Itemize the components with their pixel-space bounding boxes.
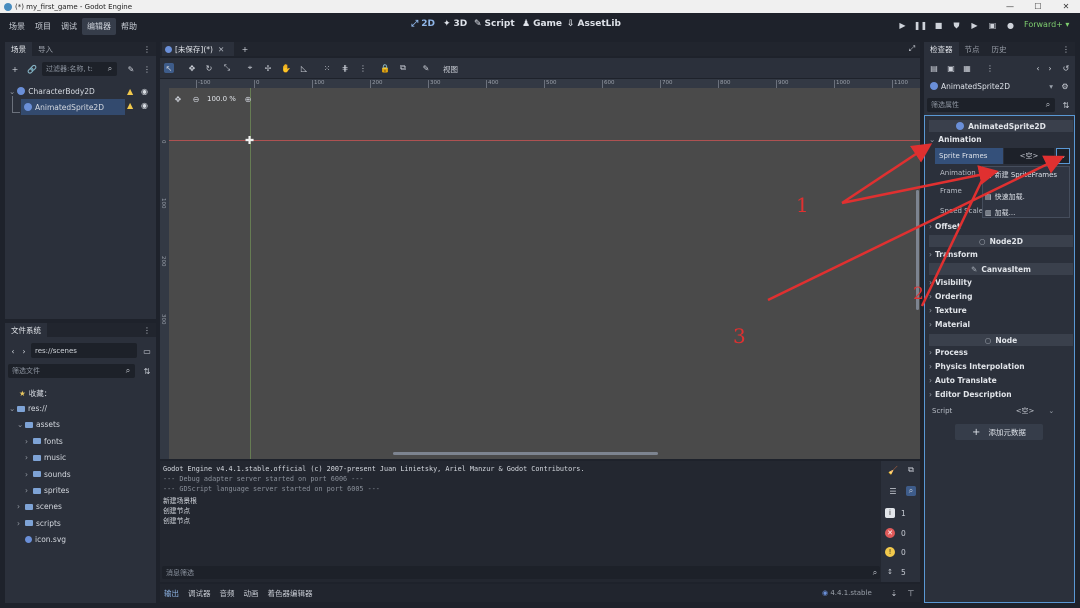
arrow-to-dropdown-button <box>767 155 1065 302</box>
godot-window: (*) my_first_game - Godot Engine — ☐ ✕ 场… <box>0 0 1080 608</box>
annotation-label-2: 2 <box>913 284 924 304</box>
annotation-arrows <box>767 143 1065 307</box>
annotation-label-1: 1 <box>796 193 809 217</box>
arrow-from-label-2 <box>920 175 986 307</box>
annotation-label-3: 3 <box>733 324 746 348</box>
